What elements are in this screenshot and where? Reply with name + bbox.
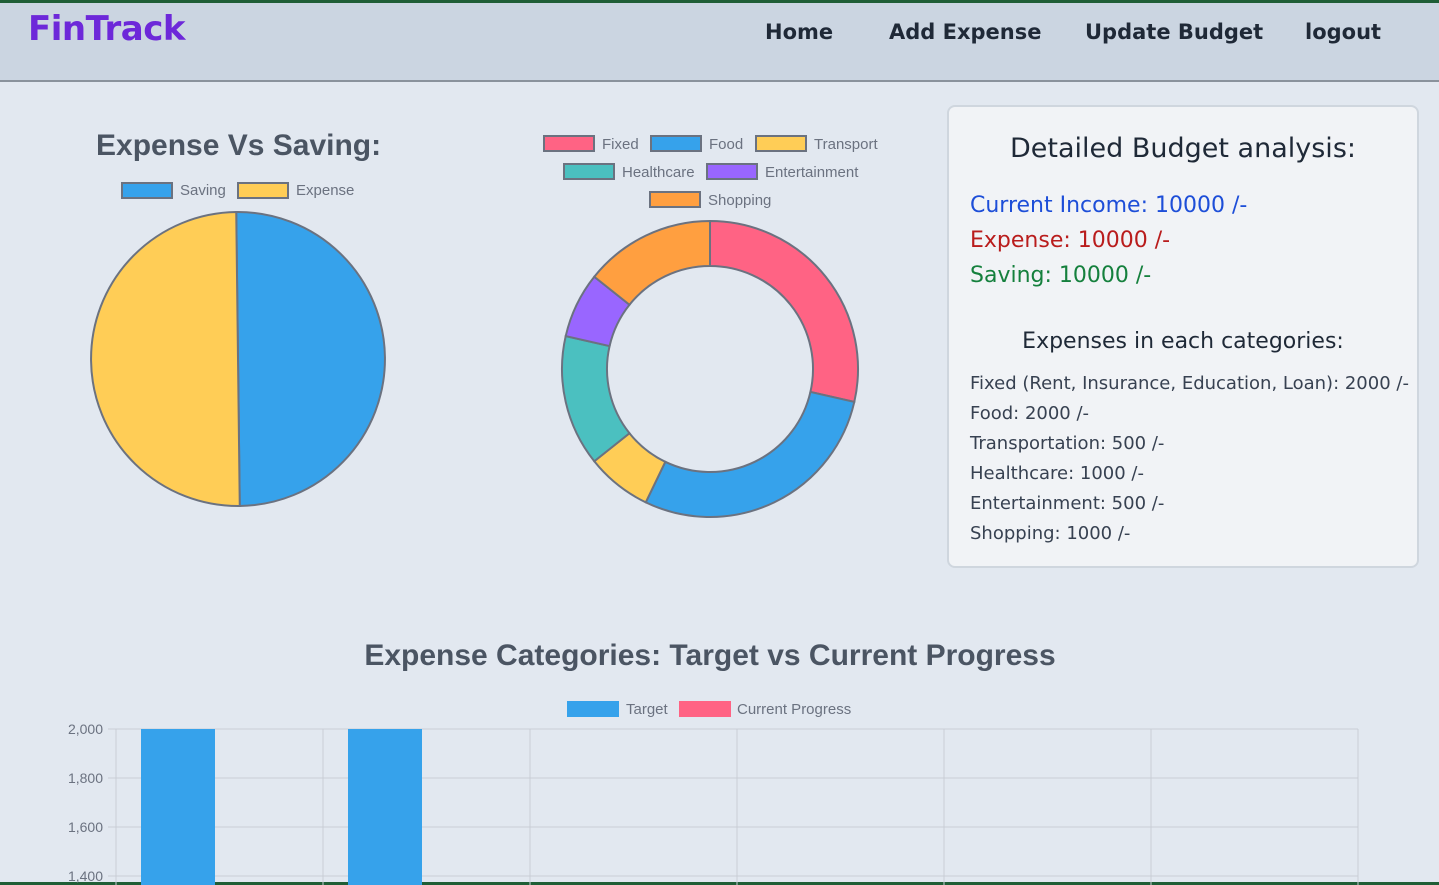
category-item-transportation: Transportation: 500 /- (970, 433, 1165, 454)
bar-y-tick-label: 1,600 (68, 819, 103, 835)
category-item-entertainment: Entertainment: 500 /- (970, 493, 1165, 514)
donut-slice-fixed[interactable] (709, 219, 859, 404)
bar-y-tick-label: 1,800 (68, 770, 103, 786)
donut-slice-healthcare[interactable] (561, 334, 631, 463)
donut-legend: Fixed Food Transport Healthcare Entertai… (543, 135, 878, 209)
bar-y-tick-label: 2,000 (68, 721, 103, 737)
expense-categories-donut-chart: Fixed Food Transport Healthcare Entertai… (543, 135, 878, 518)
bar-y-tick-label: 1,400 (68, 868, 103, 884)
categories-subtitle: Expenses in each categories: (1022, 329, 1344, 354)
legend-saving-swatch (121, 182, 173, 199)
current-income-text: Current Income: 10000 /- (970, 193, 1248, 218)
budget-analysis-panel: Detailed Budget analysis: Current Income… (947, 105, 1419, 568)
legend-entertainment-label: Entertainment (765, 164, 859, 181)
nav-add-expense-link[interactable]: Add Expense (889, 20, 1042, 44)
legend-healthcare-swatch (563, 163, 615, 180)
bar-target-food[interactable] (348, 729, 422, 885)
nav-home-link[interactable]: Home (765, 20, 833, 44)
legend-fixed-swatch (543, 135, 595, 152)
legend-entertainment-swatch (706, 163, 758, 180)
saving-text: Saving: 10000 /- (970, 263, 1152, 288)
legend-current-progress-swatch (679, 701, 731, 717)
legend-current-progress-label: Current Progress (737, 701, 851, 718)
category-item-fixed: Fixed (Rent, Insurance, Education, Loan)… (970, 373, 1409, 394)
budget-analysis-title: Detailed Budget analysis: (1010, 133, 1356, 164)
brand-logo[interactable]: FinTrack (28, 9, 186, 49)
pie-slice-saving[interactable] (235, 211, 386, 508)
category-item-healthcare: Healthcare: 1000 /- (970, 463, 1144, 484)
legend-food-label: Food (709, 136, 743, 153)
legend-food-swatch (650, 135, 702, 152)
legend-expense-label: Expense (296, 182, 354, 199)
nav-logout-link[interactable]: logout (1305, 20, 1381, 44)
category-item-food: Food: 2000 /- (970, 403, 1090, 424)
legend-shopping-label: Shopping (708, 192, 771, 209)
target-vs-progress-bar-chart: Target Current Progress 2,000 1,800 1,600 1… (68, 701, 1359, 885)
nav-update-budget-link[interactable]: Update Budget (1085, 20, 1263, 44)
pie-slice-expense[interactable] (90, 210, 241, 507)
category-item-shopping: Shopping: 1000 /- (970, 523, 1131, 544)
legend-healthcare-label: Healthcare (622, 164, 695, 181)
legend-target-label: Target (626, 701, 669, 718)
pie-legend: Saving Expense (121, 182, 354, 199)
pie-chart-title: Expense Vs Saving: (96, 129, 382, 162)
navbar: FinTrack Home Add Expense Update Budget … (0, 3, 1439, 82)
bar-target-fixed[interactable] (141, 729, 215, 885)
legend-expense-swatch (237, 182, 289, 199)
bar-legend: Target Current Progress (567, 701, 851, 718)
legend-transport-label: Transport (814, 136, 878, 153)
donut-slice-food[interactable] (644, 390, 856, 518)
bar-chart-title: Expense Categories: Target vs Current Pr… (364, 639, 1056, 672)
expense-vs-saving-pie-chart: Saving Expense (90, 182, 386, 508)
legend-fixed-label: Fixed (602, 136, 639, 153)
legend-target-swatch (567, 701, 619, 717)
legend-transport-swatch (755, 135, 807, 152)
expense-text: Expense: 10000 /- (970, 228, 1171, 253)
legend-saving-label: Saving (180, 182, 226, 199)
legend-shopping-swatch (649, 191, 701, 208)
